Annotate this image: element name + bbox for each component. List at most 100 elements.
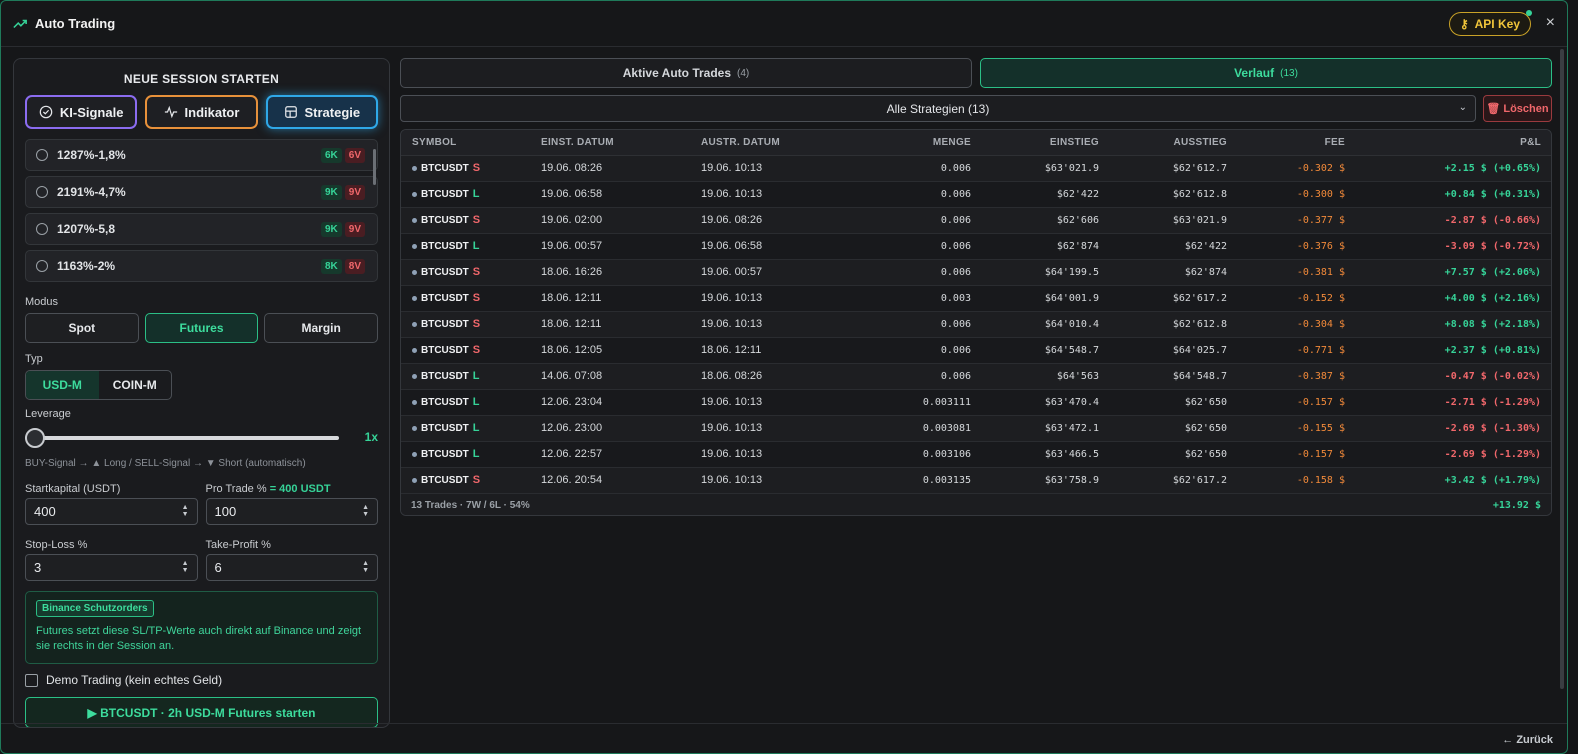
table-row[interactable]: BTCUSDT L 12.06. 23:04 19.06. 10:13 0.003111… <box>401 389 1551 416</box>
cell-qty: 0.006 <box>861 337 971 364</box>
strategie-button[interactable]: Strategie <box>265 95 378 129</box>
protrade-input[interactable]: 100 ▲ ▼ <box>205 498 378 525</box>
app-title-text: Auto Trading <box>35 16 116 31</box>
cell-exit-date: 19.06. 10:13 <box>701 415 861 442</box>
indikator-button[interactable]: Indikator <box>145 95 258 129</box>
cell-exit: $63'021.9 <box>1099 207 1227 234</box>
protrade-label: Pro Trade % <box>205 483 267 495</box>
cell-entry: $63'472.1 <box>971 415 1099 442</box>
cell-entry-date: 19.06. 02:00 <box>541 207 701 234</box>
modus-futures-button[interactable]: Futures <box>144 313 259 343</box>
protrade-value: 100 <box>214 504 237 519</box>
modus-label: Modus <box>25 296 59 308</box>
bullet-icon <box>412 451 417 457</box>
cell-exit: $64'548.7 <box>1099 363 1227 390</box>
typ-coinm-button[interactable]: COIN-M <box>99 371 172 399</box>
close-icon[interactable]: × <box>1546 14 1555 32</box>
radio-icon[interactable] <box>36 186 48 198</box>
cell-exit: $62'422 <box>1099 233 1227 260</box>
symbol-text: BTCUSDT <box>421 396 469 408</box>
page-scrollbar[interactable] <box>1560 49 1564 689</box>
symbol-text: BTCUSDT <box>421 318 469 330</box>
table-row[interactable]: BTCUSDT L 19.06. 06:58 19.06. 10:13 0.006 $62… <box>401 181 1551 208</box>
table-row[interactable]: BTCUSDT S 18.06. 16:26 19.06. 00:57 0.006 $64… <box>401 259 1551 286</box>
cell-entry: $64'563 <box>971 363 1099 390</box>
cell-fee: -0.157 $ <box>1227 441 1345 468</box>
strategy-item[interactable]: 1163%-2% 8K 8V <box>25 250 378 282</box>
cell-symbol: BTCUSDT S <box>401 207 541 234</box>
app-title: Auto Trading <box>13 16 115 31</box>
api-key-button[interactable]: ⚷ API Key <box>1448 10 1532 36</box>
cell-pnl: -2.69 $ (-1.30%) <box>1345 415 1551 442</box>
table-row[interactable]: BTCUSDT S 19.06. 02:00 19.06. 08:26 0.006 $62… <box>401 207 1551 234</box>
spinner-icon[interactable]: ▲ ▼ <box>182 504 189 518</box>
spinner-icon[interactable]: ▲ ▼ <box>362 560 369 574</box>
cell-entry-date: 12.06. 23:04 <box>541 389 701 416</box>
radio-icon[interactable] <box>36 260 48 272</box>
table-row[interactable]: BTCUSDT S 18.06. 12:11 19.06. 10:13 0.006 $64… <box>401 311 1551 338</box>
cell-fee: -0.387 $ <box>1227 363 1345 390</box>
strategy-filter-select[interactable]: Alle Strategien (13) ⌄ <box>400 95 1476 122</box>
radio-icon[interactable] <box>36 223 48 235</box>
cell-exit-date: 19.06. 10:13 <box>701 311 861 338</box>
strategy-item[interactable]: 2191%-4,7% 9K 9V <box>25 176 378 208</box>
new-session-panel: NEUE SESSION STARTEN KI-Signale Indikato… <box>13 58 390 728</box>
table-row[interactable]: BTCUSDT L 19.06. 00:57 19.06. 06:58 0.006 $62… <box>401 233 1551 260</box>
tab-active-trades[interactable]: Aktive Auto Trades (4) <box>400 58 972 88</box>
leverage-slider[interactable]: 1x <box>25 426 378 450</box>
modus-margin-button[interactable]: Margin <box>264 313 379 343</box>
modus-spot-button[interactable]: Spot <box>25 313 139 343</box>
leverage-handle[interactable] <box>25 428 45 448</box>
startkapital-input[interactable]: 400 ▲ ▼ <box>25 498 198 525</box>
cell-qty: 0.006 <box>861 363 971 390</box>
stoploss-input[interactable]: 3 ▲ ▼ <box>25 554 198 581</box>
binance-info-text: Futures setzt diese SL/TP-Werte auch dir… <box>36 625 362 652</box>
table-row[interactable]: BTCUSDT S 18.06. 12:05 18.06. 12:11 0.006 $64… <box>401 337 1551 364</box>
cell-symbol: BTCUSDT S <box>401 285 541 312</box>
back-button[interactable]: ← Zurück <box>1502 734 1553 746</box>
table-row[interactable]: BTCUSDT S 12.06. 20:54 19.06. 10:13 0.003135… <box>401 467 1551 494</box>
spinner-icon[interactable]: ▲ ▼ <box>182 560 189 574</box>
cell-pnl: +2.37 $ (+0.81%) <box>1345 337 1551 364</box>
stoploss-field-group: Stop-Loss % 3 ▲ ▼ <box>25 539 198 581</box>
strategy-item[interactable]: 1287%-1,8% 6K 6V <box>25 139 378 171</box>
side-badge: L <box>472 240 480 252</box>
cell-exit-date: 19.06. 10:13 <box>701 389 861 416</box>
bullet-icon <box>412 217 417 223</box>
cell-symbol: BTCUSDT L <box>401 415 541 442</box>
symbol-text: BTCUSDT <box>421 370 469 382</box>
cell-symbol: BTCUSDT L <box>401 441 541 468</box>
delete-button[interactable]: 🗑 Löschen <box>1483 95 1552 122</box>
spinner-icon[interactable]: ▲ ▼ <box>362 504 369 518</box>
strategy-list-scrollbar[interactable] <box>373 149 376 185</box>
ki-signale-button[interactable]: KI-Signale <box>25 95 138 129</box>
cell-symbol: BTCUSDT S <box>401 467 541 494</box>
long-count-badge: 8K <box>320 258 342 274</box>
demo-trading-checkbox[interactable]: Demo Trading (kein echtes Geld) <box>25 673 378 687</box>
cell-entry: $63'470.4 <box>971 389 1099 416</box>
cell-exit: $62'612.8 <box>1099 181 1227 208</box>
table-row[interactable]: BTCUSDT L 14.06. 07:08 18.06. 08:26 0.006 $64… <box>401 363 1551 390</box>
strategy-item[interactable]: 1207%-5,8 9K 9V <box>25 213 378 245</box>
cell-symbol: BTCUSDT S <box>401 337 541 364</box>
takeprofit-input[interactable]: 6 ▲ ▼ <box>205 554 378 581</box>
tab-history[interactable]: Verlauf (13) <box>980 58 1552 88</box>
strategy-name: 1287%-1,8% <box>57 148 126 162</box>
table-row[interactable]: BTCUSDT L 12.06. 23:00 19.06. 10:13 0.003081… <box>401 415 1551 442</box>
leverage-track[interactable] <box>25 436 339 440</box>
table-row[interactable]: BTCUSDT S 18.06. 12:11 19.06. 10:13 0.003 $64… <box>401 285 1551 312</box>
cell-pnl: -2.71 $ (-1.29%) <box>1345 389 1551 416</box>
typ-usdm-button[interactable]: USD-M <box>26 371 99 399</box>
col-exit-date: AUSTR. DATUM <box>701 130 861 156</box>
bullet-icon <box>412 165 417 171</box>
checkbox-icon[interactable] <box>25 673 38 687</box>
col-qty: MENGE <box>861 130 971 156</box>
cell-exit: $62'650 <box>1099 441 1227 468</box>
table-row[interactable]: BTCUSDT S 19.06. 08:26 19.06. 10:13 0.006 $63… <box>401 155 1551 182</box>
strategy-name: 2191%-4,7% <box>57 185 126 199</box>
demo-trading-label: Demo Trading (kein echtes Geld) <box>46 673 223 687</box>
radio-icon[interactable] <box>36 149 48 161</box>
table-row[interactable]: BTCUSDT L 12.06. 22:57 19.06. 10:13 0.003106… <box>401 441 1551 468</box>
capital-row: Startkapital (USDT) 400 ▲ ▼ Pro Trade % =… <box>14 483 389 525</box>
cell-entry: $63'021.9 <box>971 155 1099 182</box>
